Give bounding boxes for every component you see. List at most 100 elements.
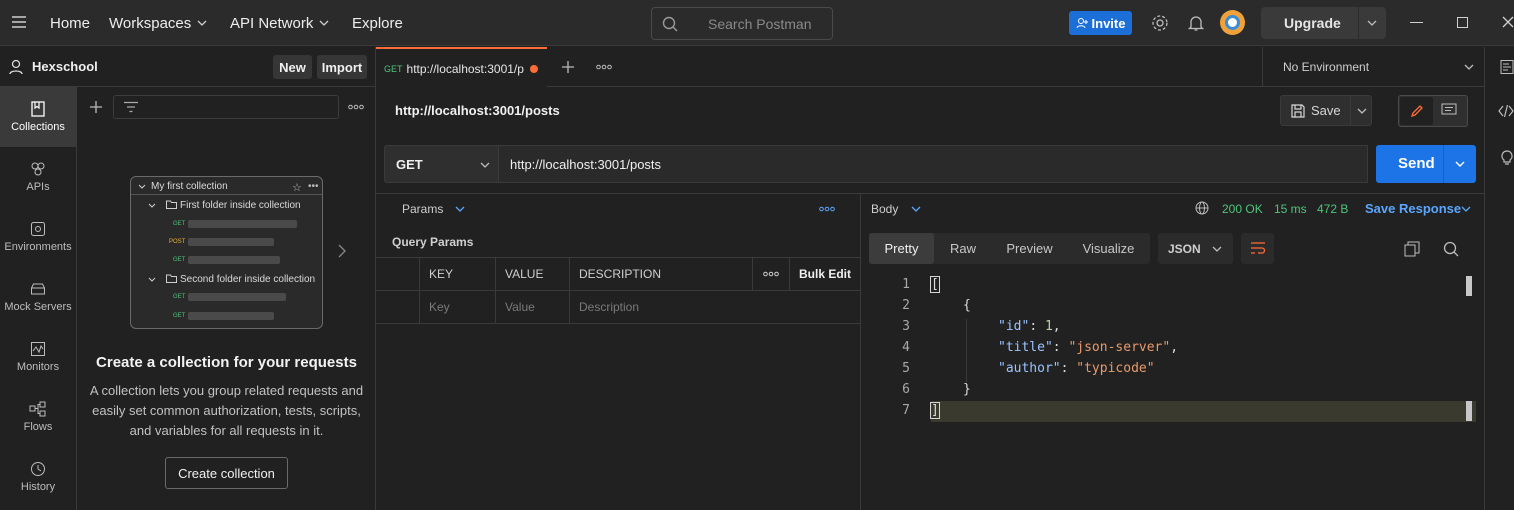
tab-request[interactable]: GET http://localhost:3001/p <box>376 47 547 88</box>
unsaved-dot <box>529 64 538 73</box>
indent-guide <box>966 319 967 382</box>
settings-icon[interactable] <box>1151 14 1169 32</box>
sidebar-item-history[interactable]: History <box>0 447 76 507</box>
close-icon[interactable] <box>1502 16 1514 28</box>
more-options-icon: ••• <box>308 181 319 192</box>
param-value-input[interactable]: Value <box>496 291 570 324</box>
globe-icon[interactable] <box>1195 201 1209 215</box>
sidebar-item-monitors[interactable]: Monitors <box>0 327 76 387</box>
bell-icon[interactable] <box>1187 14 1205 32</box>
send-button[interactable]: Send <box>1376 145 1476 183</box>
new-button[interactable]: New <box>273 55 312 79</box>
minimize-icon[interactable] <box>1410 22 1423 23</box>
history-icon <box>30 461 46 477</box>
code-icon[interactable] <box>1498 104 1514 118</box>
workspace-name[interactable]: Hexschool <box>32 59 98 74</box>
tab-title: http://localhost:3001/p <box>406 61 524 76</box>
more-options-icon[interactable] <box>819 206 835 212</box>
params-tab[interactable]: Params <box>402 202 443 216</box>
save-button[interactable]: Save <box>1280 95 1372 126</box>
json-value: 1 <box>1044 319 1053 334</box>
divider <box>131 194 322 195</box>
url-input[interactable]: http://localhost:3001/posts <box>499 145 1368 183</box>
empty-state-description-1: A collection lets you group related requ… <box>89 383 364 398</box>
more-options-icon[interactable] <box>596 64 612 70</box>
environment-select[interactable]: No Environment <box>1262 47 1484 87</box>
tab-visualize[interactable]: Visualize <box>1067 233 1150 264</box>
edit-mode-button[interactable] <box>1400 97 1433 125</box>
row-checkbox-cell <box>376 291 420 324</box>
chevron-down-icon[interactable] <box>1455 161 1465 167</box>
chevron-down-icon[interactable] <box>1461 206 1471 212</box>
nav-home[interactable]: Home <box>50 0 90 46</box>
code-line-id: "id": 1, <box>998 319 1061 334</box>
json-key: "title" <box>998 340 1053 355</box>
upgrade-button[interactable]: Upgrade <box>1261 7 1386 39</box>
search-icon[interactable] <box>1443 241 1459 257</box>
tab-preview[interactable]: Preview <box>992 233 1067 264</box>
body-tab[interactable]: Body <box>871 202 898 216</box>
response-body-editor[interactable] <box>869 276 1476 510</box>
response-time[interactable]: 15 ms <box>1274 202 1307 216</box>
status-code[interactable]: 200 OK <box>1222 202 1263 216</box>
method-select[interactable]: GET <box>384 145 499 183</box>
sidebar-item-label: APIs <box>26 181 50 193</box>
user-icon <box>9 59 23 75</box>
environment-quicklook-icon[interactable] <box>1500 59 1514 75</box>
method-get: GET <box>173 313 186 319</box>
save-response-button[interactable]: Save Response <box>1365 201 1461 216</box>
tab-raw[interactable]: Raw <box>934 233 992 264</box>
chevron-down-icon <box>480 162 490 168</box>
scrollbar-thumb[interactable] <box>1466 276 1472 296</box>
sidebar-item-environments[interactable]: Environments <box>0 207 76 267</box>
sidebar-item-collections[interactable]: Collections <box>0 87 76 147</box>
avatar[interactable] <box>1220 10 1245 35</box>
plus-icon[interactable] <box>89 100 103 114</box>
create-collection-button[interactable]: Create collection <box>165 457 288 489</box>
current-line-highlight <box>931 401 1476 422</box>
tab-pretty[interactable]: Pretty <box>869 233 934 264</box>
comment-icon[interactable] <box>1441 103 1457 117</box>
response-view-tabs: Pretty Raw Preview Visualize <box>869 233 1150 264</box>
request-title[interactable]: http://localhost:3001/posts <box>395 103 560 118</box>
chevron-down-icon[interactable] <box>455 206 465 212</box>
chevron-down-icon[interactable] <box>911 206 921 212</box>
lightbulb-icon[interactable] <box>1500 150 1514 166</box>
maximize-icon[interactable] <box>1457 17 1468 28</box>
line-number: 7 <box>902 403 910 418</box>
new-tab-icon[interactable] <box>561 60 575 74</box>
sidebar-item-apis[interactable]: APIs <box>0 147 76 207</box>
response-size[interactable]: 472 B <box>1317 202 1348 216</box>
wrap-lines-button[interactable] <box>1241 233 1274 264</box>
import-button[interactable]: Import <box>317 55 367 79</box>
sidebar-item-mock-servers[interactable]: Mock Servers <box>0 267 76 327</box>
divider <box>1350 96 1351 125</box>
sidebar-rail: Collections APIs Environments Mock Serve… <box>0 87 77 510</box>
query-params-title: Query Params <box>392 235 474 249</box>
more-options-icon[interactable] <box>348 104 364 110</box>
placeholder-bar <box>188 238 274 246</box>
chevron-right-icon[interactable] <box>338 244 346 258</box>
menu-icon[interactable] <box>11 15 27 29</box>
param-description-input[interactable]: Description <box>570 291 861 324</box>
filter-input[interactable] <box>113 95 339 119</box>
upgrade-label: Upgrade <box>1284 15 1341 31</box>
nav-api-network[interactable]: API Network <box>230 0 329 46</box>
search-input[interactable]: Search Postman <box>651 7 833 40</box>
code-bracket: [ <box>930 276 940 293</box>
format-select[interactable]: JSON <box>1158 233 1233 264</box>
column-options[interactable] <box>753 258 790 291</box>
nav-workspaces[interactable]: Workspaces <box>109 0 207 46</box>
copy-icon[interactable] <box>1404 241 1420 257</box>
pane-divider[interactable] <box>860 193 861 510</box>
invite-button[interactable]: Invite <box>1069 11 1132 35</box>
chevron-down-icon <box>1367 20 1377 26</box>
sidebar-item-label: Mock Servers <box>4 301 72 313</box>
bulk-edit-button[interactable]: Bulk Edit <box>790 258 861 291</box>
placeholder-bar <box>188 256 280 264</box>
nav-explore[interactable]: Explore <box>352 0 403 46</box>
sidebar-item-flows[interactable]: Flows <box>0 387 76 447</box>
method-get: GET <box>173 221 186 227</box>
code-bracket: ] <box>930 402 940 419</box>
param-key-input[interactable]: Key <box>420 291 496 324</box>
